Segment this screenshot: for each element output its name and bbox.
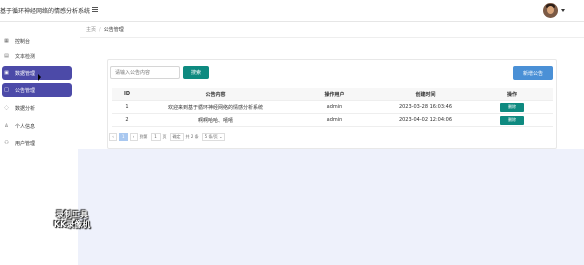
cell-id: 1 [125, 104, 129, 110]
sidebar-item-user-manage[interactable]: ⚇ 用户管理 [0, 136, 72, 150]
sidebar-item-data-analysis[interactable]: ◌ 数据分析 [0, 101, 72, 115]
cell-operation: 删除 [471, 115, 553, 125]
cell-id: 2 [125, 117, 129, 123]
users-icon: ⚇ [4, 139, 9, 146]
recorder-watermark: 录制工具 KK录像机 [48, 210, 96, 230]
column-header: 创建时间 [415, 91, 436, 98]
breadcrumb-current: 公告管理 [103, 27, 124, 33]
next-page-icon[interactable]: › [129, 132, 138, 141]
app-window: 基于循环神经网络的情感分析系统 ▦ 控制台 ▤ 文本检测 ▣ 数据管理 □ 公告… [0, 0, 584, 265]
breadcrumb-home[interactable]: 主页 [86, 26, 96, 33]
search-input[interactable] [110, 66, 180, 79]
column-header: 操作用户 [324, 91, 345, 98]
cell-user: admin [326, 104, 343, 110]
breadcrumb: 主页 / 公告管理 [80, 22, 584, 38]
cell-content: 欢迎来到基于循环神经网络的情感分析系统 [167, 104, 263, 111]
page-unit-label: 页 [162, 133, 167, 139]
table-row: 1 欢迎来到基于循环神经网络的情感分析系统 admin 2023-03-28 1… [112, 101, 553, 114]
cell-time: 2023-03-28 16:03:46 [398, 104, 453, 110]
sidebar-item-profile[interactable]: ♙ 个人信息 [0, 119, 72, 133]
delete-button[interactable]: 删除 [500, 102, 524, 112]
column-header: 操作 [506, 91, 517, 98]
page-number-current[interactable]: 1 [119, 132, 128, 141]
sidebar-item-label: 文本检测 [15, 53, 36, 60]
dashboard-icon: ▦ [4, 37, 9, 44]
sidebar-item-label: 数据分析 [15, 105, 36, 112]
column-header: 公告内容 [205, 91, 226, 98]
chevron-down-icon[interactable] [561, 9, 565, 12]
add-notice-button[interactable]: 新增公告 [513, 66, 553, 80]
sidebar-item-notice-manage[interactable]: □ 公告管理 [2, 83, 72, 97]
avatar[interactable] [543, 3, 558, 18]
text-icon: ▤ [4, 52, 9, 59]
watermark-line: KK录像机 [53, 220, 91, 229]
total-count: 共 2 条 [185, 133, 199, 139]
watermark-line: 录制工具 [56, 210, 88, 219]
sidebar-item-text-detect[interactable]: ▤ 文本检测 [0, 49, 72, 63]
goto-confirm-button[interactable]: 确定 [169, 132, 184, 141]
top-header: 基于循环神经网络的情感分析系统 [0, 0, 584, 22]
cell-content: 啊啊哈哈、嘻嘻 [197, 117, 233, 124]
page-input[interactable]: 1 [150, 132, 161, 141]
app-title: 基于循环神经网络的情感分析系统 [0, 8, 91, 15]
page-size-value: 5 条/页 [204, 133, 218, 139]
menu-toggle-icon[interactable] [92, 6, 100, 14]
breadcrumb-separator: / [99, 26, 101, 33]
sidebar-item-dashboard[interactable]: ▦ 控制台 [0, 34, 72, 48]
search-button[interactable]: 搜索 [183, 66, 209, 79]
goto-label: 到第 [139, 133, 148, 139]
cell-user: admin [326, 117, 343, 123]
delete-button[interactable]: 删除 [500, 115, 524, 125]
sidebar-item-label: 控制台 [15, 38, 31, 45]
pagination: ‹ 1 › 到第 1 页 确定 共 2 条 5 条/页 ⌄ [109, 132, 226, 141]
column-header: ID [123, 91, 130, 97]
folder-icon: ▣ [4, 69, 9, 76]
cell-time: 2023-04-02 12:04:06 [398, 117, 453, 123]
cell-operation: 删除 [471, 102, 553, 112]
table-row: 2 啊啊哈哈、嘻嘻 admin 2023-04-02 12:04:06 删除 [112, 114, 553, 127]
user-icon: ♙ [4, 122, 9, 129]
sidebar-item-label: 公告管理 [15, 87, 36, 94]
table-header: ID 公告内容 操作用户 创建时间 操作 [112, 88, 553, 101]
notice-icon: □ [4, 86, 9, 93]
chart-icon: ◌ [4, 104, 9, 111]
content-background [78, 149, 584, 265]
page-size-select[interactable]: 5 条/页 ⌄ [201, 132, 226, 141]
sidebar-item-label: 用户管理 [15, 140, 36, 147]
sidebar-item-data-manage[interactable]: ▣ 数据管理 [2, 66, 72, 80]
sidebar-item-label: 个人信息 [15, 123, 36, 130]
prev-page-icon[interactable]: ‹ [109, 132, 117, 141]
mouse-cursor-icon [38, 74, 41, 81]
chevron-down-icon: ⌄ [217, 134, 223, 139]
sidebar-item-label: 数据管理 [15, 70, 36, 77]
notice-table: ID 公告内容 操作用户 创建时间 操作 1 欢迎来到基于循环神经网络的情感分析… [112, 88, 553, 127]
